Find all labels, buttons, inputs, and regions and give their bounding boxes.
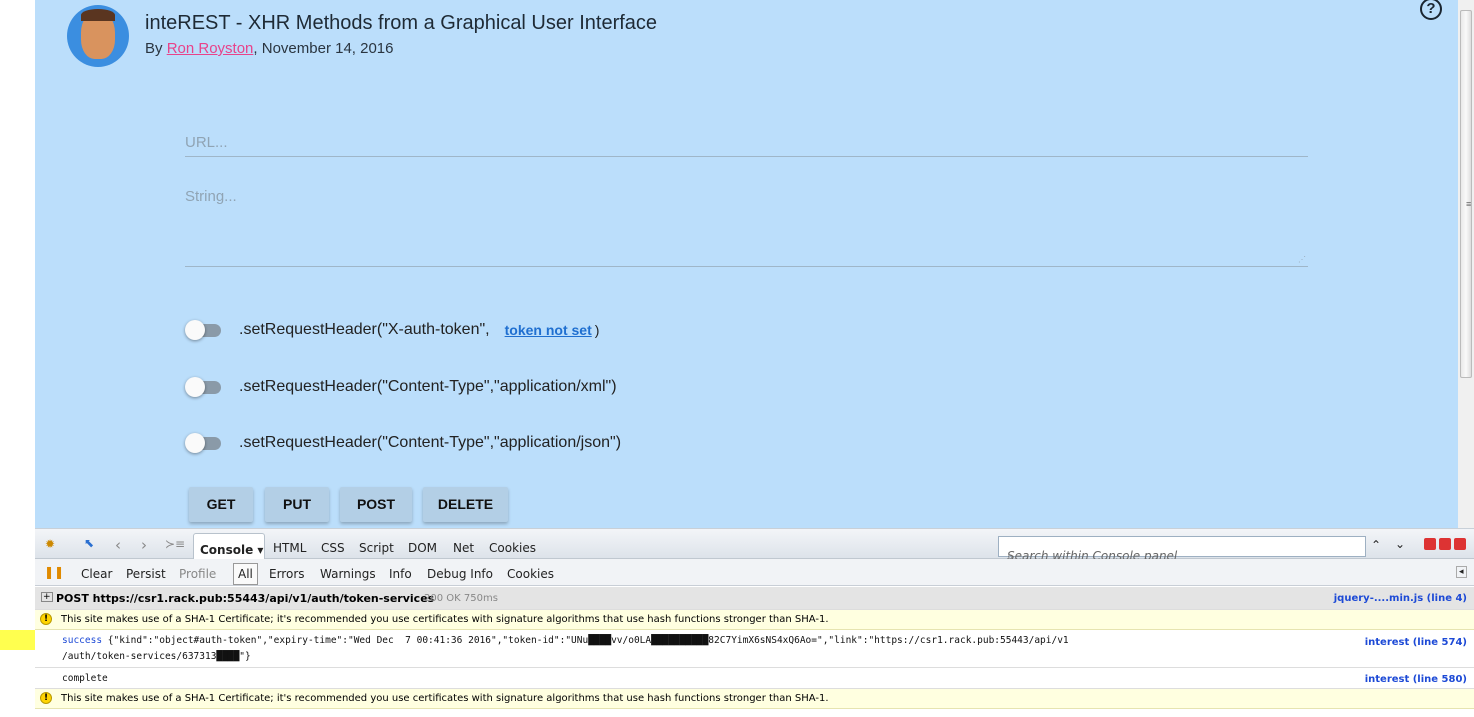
- firebug-panel: ✹ ⬉ ‹ › ≻≡ Console ▾ HTML CSS Script DOM…: [35, 528, 1474, 717]
- page-scrollbar[interactable]: ≡: [1458, 0, 1474, 528]
- header-x-auth-token: .setRequestHeader("X-auth-token", token …: [185, 320, 599, 340]
- header-suffix: ): [594, 322, 600, 338]
- network-request-row[interactable]: + POST https://csr1.rack.pub:55443/api/v…: [35, 587, 1474, 610]
- console-toolbar: ❚❚ Clear Persist Profile All Errors Warn…: [35, 559, 1474, 586]
- filter-cookies[interactable]: Cookies: [507, 567, 554, 581]
- complete-source-link[interactable]: interest (line 580): [1365, 674, 1467, 685]
- warning-row: ! This site makes use of a SHA-1 Certifi…: [35, 689, 1474, 709]
- resize-handle-icon[interactable]: ⋰: [1298, 255, 1306, 264]
- by-label: By: [145, 40, 167, 57]
- header-label: .setRequestHeader("Content-Type","applic…: [239, 434, 622, 451]
- request-url: POST https://csr1.rack.pub:55443/api/v1/…: [56, 592, 435, 605]
- string-placeholder: String...: [185, 188, 237, 205]
- byline: By Ron Royston, November 14, 2016: [145, 40, 394, 57]
- content-type-xml-toggle[interactable]: [185, 377, 221, 397]
- header-label: .setRequestHeader("X-auth-token",: [239, 321, 490, 338]
- put-button[interactable]: PUT: [265, 487, 329, 522]
- persist-button[interactable]: Persist: [126, 567, 166, 581]
- content-type-json-toggle[interactable]: [185, 433, 221, 453]
- tab-dom[interactable]: DOM: [408, 541, 437, 555]
- url-input[interactable]: URL...: [185, 130, 1308, 157]
- success-json: {"kind":"object#auth-token","expiry-time…: [102, 635, 1069, 646]
- string-textarea[interactable]: String... ⋰: [185, 184, 1308, 267]
- collapse-icon[interactable]: ◂: [1456, 566, 1467, 578]
- search-prev-icon[interactable]: ⌃: [1371, 538, 1381, 552]
- header-label: .setRequestHeader("Content-Type","applic…: [239, 378, 617, 395]
- request-source-link[interactable]: jquery-....min.js (line 4): [1334, 593, 1467, 604]
- page: inteREST - XHR Methods from a Graphical …: [35, 0, 1458, 528]
- page-title: inteREST - XHR Methods from a Graphical …: [145, 12, 658, 34]
- request-status: 200 OK 750ms: [424, 593, 498, 604]
- complete-text: complete: [62, 673, 108, 684]
- filter-info[interactable]: Info: [389, 567, 412, 581]
- filter-warnings[interactable]: Warnings: [320, 567, 376, 581]
- back-icon[interactable]: ‹: [115, 536, 121, 554]
- break-on-errors-icon[interactable]: ❚❚: [44, 565, 64, 579]
- filter-debug-info[interactable]: Debug Info: [427, 567, 493, 581]
- success-line-2: /auth/token-services/637313████"}: [62, 651, 251, 662]
- success-line-1: success {"kind":"object#auth-token","exp…: [62, 635, 1069, 646]
- help-icon[interactable]: ?: [1420, 0, 1442, 20]
- profile-button[interactable]: Profile: [179, 567, 216, 581]
- post-button[interactable]: POST: [340, 487, 412, 522]
- expand-icon[interactable]: +: [41, 592, 53, 602]
- warning-text: This site makes use of a SHA-1 Certifica…: [61, 614, 829, 625]
- header-content-type-xml: .setRequestHeader("Content-Type","applic…: [185, 377, 617, 397]
- success-source-link[interactable]: interest (line 574): [1365, 637, 1467, 648]
- minimize-icon[interactable]: [1424, 538, 1436, 550]
- close-icon[interactable]: [1454, 538, 1466, 550]
- get-button[interactable]: GET: [189, 487, 253, 522]
- warning-text: This site makes use of a SHA-1 Certifica…: [61, 693, 829, 704]
- success-log-row: success {"kind":"object#auth-token","exp…: [35, 630, 1474, 668]
- x-auth-token-toggle[interactable]: [185, 320, 221, 340]
- console-search-input[interactable]: ⌕ Search within Console panel: [998, 536, 1366, 563]
- tab-css[interactable]: CSS: [321, 541, 345, 555]
- tab-net[interactable]: Net: [453, 541, 474, 555]
- search-next-icon[interactable]: ⌄: [1395, 537, 1405, 551]
- filter-all[interactable]: All: [233, 563, 258, 585]
- header-content-type-json: .setRequestHeader("Content-Type","applic…: [185, 433, 621, 453]
- clear-button[interactable]: Clear: [81, 567, 112, 581]
- inspect-icon[interactable]: ⬉: [84, 536, 94, 550]
- filter-errors[interactable]: Errors: [269, 567, 305, 581]
- warning-row: ! This site makes use of a SHA-1 Certifi…: [35, 610, 1474, 630]
- success-label: success: [62, 635, 103, 646]
- author-link[interactable]: Ron Royston: [167, 40, 254, 57]
- tab-script[interactable]: Script: [359, 541, 394, 555]
- warning-icon: !: [40, 613, 52, 625]
- command-line-icon[interactable]: ≻≡: [165, 537, 185, 551]
- devtools-tabbar: ✹ ⬉ ‹ › ≻≡ Console ▾ HTML CSS Script DOM…: [35, 528, 1474, 563]
- complete-log-row: complete interest (line 580): [35, 668, 1474, 689]
- firebug-icon[interactable]: ✹: [45, 537, 55, 551]
- warning-icon: !: [40, 692, 52, 704]
- forward-icon[interactable]: ›: [141, 536, 147, 554]
- post-date: , November 14, 2016: [253, 40, 394, 57]
- delete-button[interactable]: DELETE: [423, 487, 508, 522]
- detach-icon[interactable]: [1439, 538, 1451, 550]
- author-avatar: [67, 5, 129, 67]
- tab-cookies[interactable]: Cookies: [489, 541, 536, 555]
- tab-html[interactable]: HTML: [273, 541, 306, 555]
- token-link[interactable]: token not set: [505, 322, 592, 338]
- tab-console[interactable]: Console ▾: [193, 533, 265, 561]
